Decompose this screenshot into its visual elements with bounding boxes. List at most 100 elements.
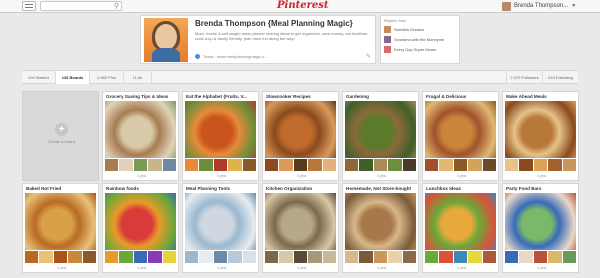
board-thumbnail[interactable] [425,251,439,263]
board-thumbnail[interactable] [533,251,548,263]
create-board-label[interactable]: Create a board [23,139,100,144]
board-thumbnail[interactable] [373,159,388,171]
board-thumbnail[interactable] [293,251,308,263]
board-thumbnail[interactable] [242,159,257,171]
board-cover-image[interactable] [185,101,256,158]
board-thumbnail[interactable] [162,159,177,171]
board-cover-image[interactable] [425,193,496,250]
board-thumbnail[interactable] [148,251,162,263]
board-title[interactable]: Make Ahead Meals [506,94,578,99]
board-title[interactable]: Slowcooker Recipes [266,94,338,99]
board-card[interactable]: Make Ahead Meals 0 pins [502,91,579,181]
board-cover-image[interactable] [265,101,336,158]
board-card[interactable]: Eat the Alphabet {Fruits, V... 0 pins [182,91,259,181]
board-thumbnail[interactable] [228,159,242,171]
board-thumbnail[interactable] [25,251,39,263]
search-input[interactable]: ⚲ [40,1,122,11]
board-card[interactable]: Kitchen Organization 0 pins [262,183,339,273]
board-thumbnail[interactable] [39,251,53,263]
board-cover-image[interactable] [505,193,576,250]
tab-following[interactable]: 244 Following [542,71,578,84]
board-thumbnail[interactable] [562,159,577,171]
board-thumbnail[interactable] [359,159,373,171]
board-card[interactable]: Baked Not Fried 0 pins [22,183,99,273]
board-thumbnail[interactable] [105,251,119,263]
board-title[interactable]: Eat the Alphabet {Fruits, V... [186,94,258,99]
board-thumbnail[interactable] [279,159,293,171]
board-title[interactable]: Meal Planning Tools [186,186,258,191]
board-title[interactable]: Rainbow foods [106,186,178,191]
board-thumbnail[interactable] [482,159,497,171]
board-cover-image[interactable] [105,193,176,250]
board-thumbnail[interactable] [185,159,199,171]
board-cover-image[interactable] [25,193,96,250]
board-card[interactable]: Gardening 0 pins [342,91,419,181]
board-title[interactable]: Grocery Saving Tips & Ideas [106,94,178,99]
board-thumbnail[interactable] [185,251,199,263]
board-thumbnail[interactable] [548,159,562,171]
board-cover-image[interactable] [505,101,576,158]
board-thumbnail[interactable] [519,159,533,171]
board-thumbnail[interactable] [519,251,533,263]
board-thumbnail[interactable] [439,251,453,263]
board-thumbnail[interactable] [228,251,242,263]
plus-icon[interactable]: + [55,123,68,136]
board-card[interactable]: Frugal & Delicious 0 pins [422,91,499,181]
board-title[interactable]: Party Food Bars [506,186,578,191]
board-thumbnail[interactable] [133,251,148,263]
create-board-tile[interactable]: + Create a board [22,91,99,181]
board-cover-image[interactable] [265,193,336,250]
board-thumbnail[interactable] [242,251,257,263]
user-name[interactable]: Brenda Thompson... [514,3,568,9]
board-card[interactable]: Party Food Bars 0 pins [502,183,579,273]
board-title[interactable]: Lunchbox Ideas [426,186,498,191]
pinterest-logo[interactable]: Pinterest [277,0,328,12]
board-thumbnail[interactable] [133,159,148,171]
board-title[interactable]: Baked Not Fried [26,186,98,191]
board-thumbnail[interactable] [548,251,562,263]
board-cover-image[interactable] [105,101,176,158]
board-card[interactable]: Meal Planning Tools 0 pins [182,183,259,273]
tab-get-started[interactable]: Get Started [22,71,56,84]
board-thumbnail[interactable] [213,251,228,263]
board-thumbnail[interactable] [82,251,97,263]
board-title[interactable]: Kitchen Organization [266,186,338,191]
board-thumbnail[interactable] [345,159,359,171]
board-cover-image[interactable] [345,193,416,250]
board-thumbnail[interactable] [402,251,417,263]
reply-item[interactable]: Grandma with the Moneyme [384,35,456,43]
board-thumbnail[interactable] [162,251,177,263]
board-card[interactable]: Homemade, Not Store-bought 0 pins [342,183,419,273]
board-thumbnail[interactable] [199,251,213,263]
reply-item[interactable]: Swedish Dreams [384,25,456,33]
search-icon[interactable]: ⚲ [114,3,119,10]
board-title[interactable]: Homemade, Not Store-bought [346,186,418,191]
board-thumbnail[interactable] [53,251,68,263]
board-thumbnail[interactable] [373,251,388,263]
board-thumbnail[interactable] [533,159,548,171]
pencil-icon[interactable]: ✎ [366,53,371,60]
board-thumbnail[interactable] [388,251,402,263]
location-text[interactable]: Texas · www.mealplanningmagic.c... [203,54,267,59]
board-thumbnail[interactable] [402,159,417,171]
tab-likes[interactable]: 11 Ak [124,71,152,84]
board-thumbnail[interactable] [265,159,279,171]
board-thumbnail[interactable] [119,159,133,171]
board-thumbnail[interactable] [322,159,337,171]
tab-followers[interactable]: 2,370 Followers [506,71,542,84]
board-thumbnail[interactable] [468,159,482,171]
board-thumbnail[interactable] [279,251,293,263]
board-thumbnail[interactable] [562,251,577,263]
user-menu[interactable]: Brenda Thompson... ▼ [502,1,576,11]
board-thumbnail[interactable] [453,159,468,171]
board-thumbnail[interactable] [293,159,308,171]
menu-icon[interactable] [22,1,36,11]
board-cover-image[interactable] [345,101,416,158]
board-thumbnail[interactable] [148,159,162,171]
board-thumbnail[interactable] [213,159,228,171]
board-card[interactable]: Slowcooker Recipes 0 pins [262,91,339,181]
tab-pins[interactable]: 2,982 Pins [90,71,124,84]
board-thumbnail[interactable] [265,251,279,263]
board-cover-image[interactable] [185,193,256,250]
board-card[interactable]: Grocery Saving Tips & Ideas 0 pins [102,91,179,181]
